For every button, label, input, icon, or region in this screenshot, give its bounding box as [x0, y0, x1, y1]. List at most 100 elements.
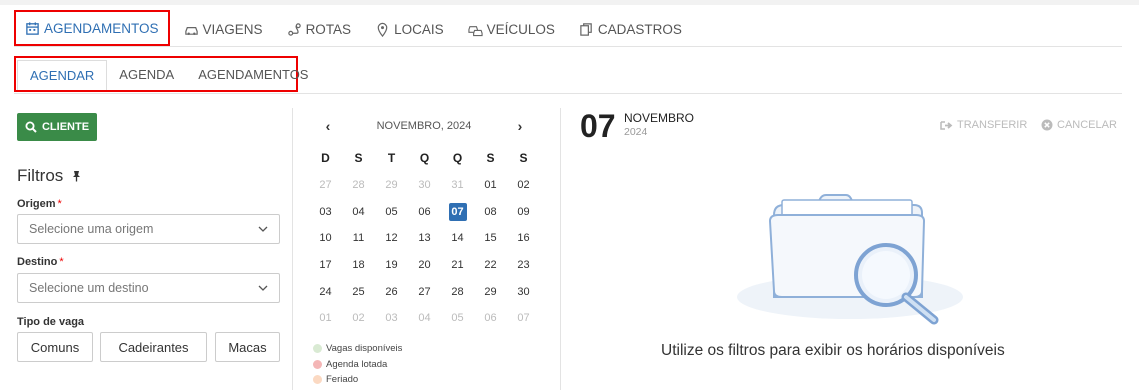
- legend-label: Agenda lotada: [326, 358, 388, 370]
- legend-dot: [313, 344, 322, 354]
- chevron-down-icon: [258, 226, 268, 232]
- calendar-day-number: 26: [385, 285, 398, 298]
- next-month-button[interactable]: ›: [510, 118, 530, 134]
- weekday-header: D: [321, 151, 330, 166]
- calendar-day[interactable]: 14: [441, 225, 474, 252]
- calendar-day-number: 10: [319, 232, 332, 245]
- weekday-header: S: [354, 151, 363, 166]
- cancelar-button[interactable]: CANCELAR: [1041, 119, 1117, 131]
- cliente-button[interactable]: CLIENTE: [17, 113, 97, 141]
- empty-state-message: Utilize os filtros para exibir os horári…: [661, 342, 1005, 359]
- calendar-day-number: 30: [418, 179, 431, 192]
- calendar-day-number: 14: [451, 232, 464, 245]
- nav-label: CADASTROS: [597, 21, 682, 37]
- nav-agendamentos[interactable]: AGENDAMENTOS: [14, 10, 170, 46]
- calendar-day[interactable]: 11: [342, 225, 375, 252]
- destino-select[interactable]: Selecione um destino: [17, 273, 280, 303]
- transfer-icon: [940, 120, 953, 130]
- calendar-day[interactable]: 09: [507, 198, 540, 225]
- calendar-day[interactable]: 26: [375, 278, 408, 305]
- car-icon: [184, 26, 198, 35]
- nav-veiculos[interactable]: VEÍCULOS: [467, 12, 555, 46]
- calendar-day-selected[interactable]: 07: [441, 198, 474, 225]
- calendar-day[interactable]: 06: [408, 198, 441, 225]
- calendar-day[interactable]: 15: [474, 225, 507, 252]
- calendar-day[interactable]: 03: [309, 198, 342, 225]
- calendar-day-number: 05: [385, 205, 398, 218]
- origem-label: Origem *: [17, 198, 62, 210]
- calendar-day[interactable]: 17: [309, 252, 342, 279]
- calendar-day[interactable]: 25: [342, 278, 375, 305]
- calendar-day-number: 11: [352, 232, 365, 245]
- vaga-macas-button[interactable]: Macas: [215, 332, 280, 362]
- calendar-day-number: 05: [451, 312, 464, 325]
- calendar-day[interactable]: 01: [474, 172, 507, 199]
- calendar-day[interactable]: 30: [507, 278, 540, 305]
- calendar-day-number: 28: [352, 179, 365, 192]
- calendar-day[interactable]: 02: [507, 172, 540, 199]
- transferir-button[interactable]: TRANSFERIR: [940, 119, 1027, 131]
- calendar-day[interactable]: 18: [342, 252, 375, 279]
- calendar-day: 29: [375, 172, 408, 199]
- calendar-day[interactable]: 29: [474, 278, 507, 305]
- calendar-day[interactable]: 23: [507, 252, 540, 279]
- calendar-day[interactable]: 24: [309, 278, 342, 305]
- nav-label: VEÍCULOS: [486, 21, 555, 37]
- legend-dot: [313, 375, 322, 385]
- calendar-day[interactable]: 04: [342, 198, 375, 225]
- destino-placeholder: Selecione um destino: [29, 281, 149, 295]
- calendar-day[interactable]: 12: [375, 225, 408, 252]
- nav-rotas[interactable]: ROTAS: [287, 12, 351, 46]
- nav-cadastros[interactable]: CADASTROS: [579, 12, 682, 46]
- tab-agendar[interactable]: AGENDAR: [17, 60, 108, 90]
- calendar-day[interactable]: 13: [408, 225, 441, 252]
- cliente-button-label: CLIENTE: [41, 121, 90, 133]
- calendar-day: 03: [375, 305, 408, 332]
- calendar-day[interactable]: 19: [375, 252, 408, 279]
- calendar-day[interactable]: 22: [474, 252, 507, 279]
- calendar-grid: D S T Q Q S S 27 28 29 30 31 01 02 03 04 05 06 07 08 09 10 11 1…: [309, 145, 540, 332]
- weekday-header: S: [486, 151, 495, 166]
- vaga-comuns-button[interactable]: Comuns: [17, 332, 93, 362]
- calendar-day[interactable]: 05: [375, 198, 408, 225]
- calendar-day: 07: [507, 305, 540, 332]
- legend-item: Vagas disponíveis: [313, 341, 402, 357]
- calendar-day[interactable]: 08: [474, 198, 507, 225]
- calendar-day[interactable]: 21: [441, 252, 474, 279]
- right-divider: [560, 108, 561, 390]
- main-nav: AGENDAMENTOS VIAGENS ROTAS LOCAIS VEÍCUL…: [14, 10, 706, 46]
- calendar-header: ‹ NOVEMBRO, 2024 ›: [318, 118, 530, 134]
- weekday-header: T: [387, 151, 396, 166]
- calendar-day: 31: [441, 172, 474, 199]
- selected-year: 2024: [624, 126, 648, 138]
- pin-icon[interactable]: [71, 170, 82, 182]
- calendar-day[interactable]: 20: [408, 252, 441, 279]
- tab-agenda[interactable]: AGENDA: [107, 58, 186, 90]
- calendar-day-number: 08: [484, 205, 497, 218]
- origem-label-text: Origem: [17, 198, 56, 210]
- prev-month-button[interactable]: ‹: [318, 118, 338, 134]
- calendar-day[interactable]: 10: [309, 225, 342, 252]
- subnav-divider: [14, 93, 1122, 94]
- nav-locais[interactable]: LOCAIS: [375, 12, 444, 46]
- tipo-vaga-label: Tipo de vaga: [17, 316, 85, 328]
- filters-title-text: Filtros: [17, 166, 64, 185]
- calendar-day-number: 22: [484, 259, 497, 272]
- filters-title: Filtros: [17, 166, 82, 186]
- destino-label: Destino *: [17, 256, 64, 268]
- origem-select[interactable]: Selecione uma origem: [17, 214, 280, 244]
- weekday-header: Q: [419, 151, 430, 166]
- vaga-cadeirantes-button[interactable]: Cadeirantes: [100, 332, 207, 362]
- calendar-day: 06: [474, 305, 507, 332]
- calendar-day[interactable]: 28: [441, 278, 474, 305]
- calendar-day-number: 02: [517, 179, 530, 192]
- calendar-day[interactable]: 27: [408, 278, 441, 305]
- calendar-legend: Vagas disponíveis Agenda lotada Feriado: [313, 341, 402, 388]
- tab-agendamentos[interactable]: AGENDAMENTOS: [186, 58, 320, 90]
- calendar-day-number: 06: [484, 312, 497, 325]
- calendar-day[interactable]: 16: [507, 225, 540, 252]
- left-divider: [292, 108, 293, 390]
- calendar-day-number: 29: [484, 285, 497, 298]
- calendar-day-number: 19: [385, 259, 398, 272]
- nav-viagens[interactable]: VIAGENS: [184, 12, 263, 46]
